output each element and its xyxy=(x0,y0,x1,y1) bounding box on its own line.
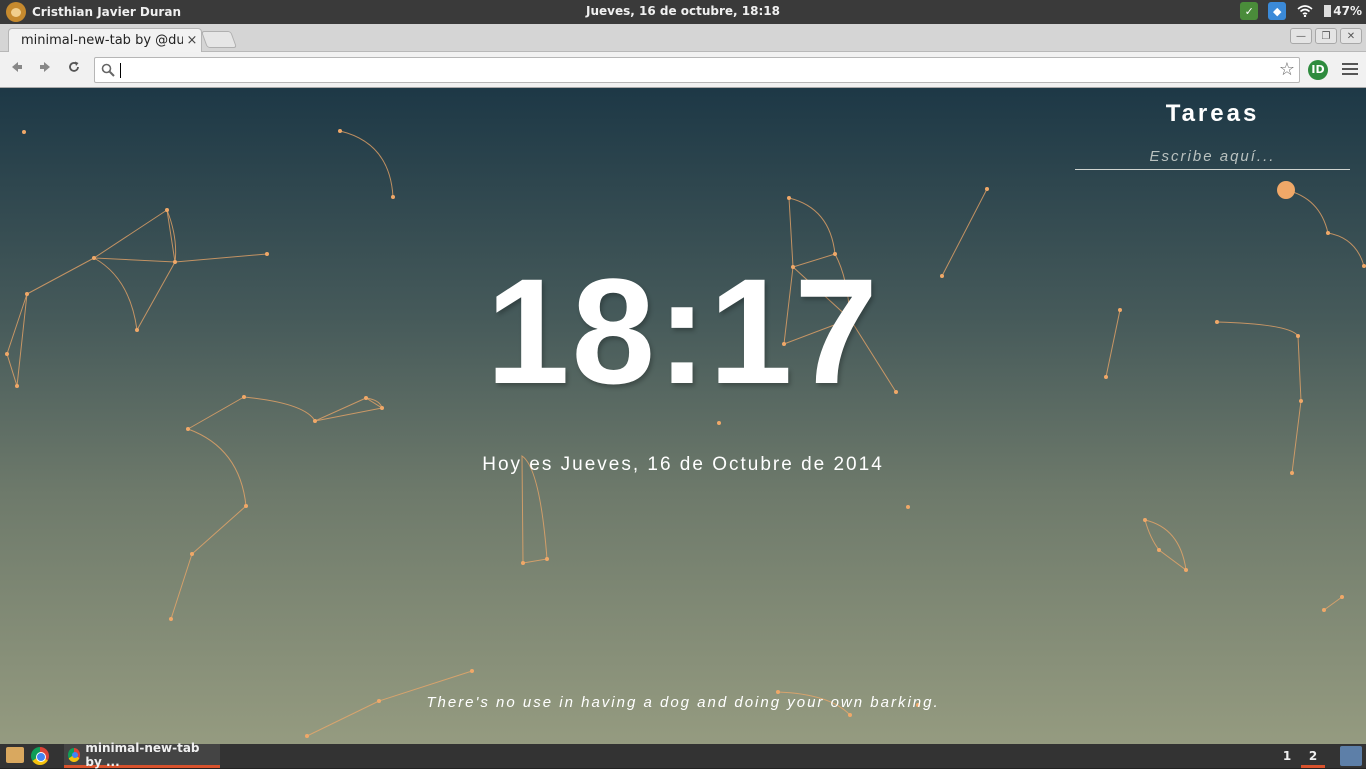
taskbar-window-title: minimal-new-tab by ... xyxy=(85,740,200,769)
trash-icon[interactable] xyxy=(1340,746,1362,766)
user-name: Cristhian Javier Duran xyxy=(32,5,181,19)
file-manager-folder-icon[interactable] xyxy=(6,747,24,763)
tasks-title: Tareas xyxy=(1165,100,1260,127)
bookmark-star-icon[interactable]: ☆ xyxy=(1279,59,1295,80)
battery-icon xyxy=(1324,5,1332,17)
system-clock[interactable]: Jueves, 16 de octubre, 18:18 xyxy=(0,4,1366,18)
hamburger-menu-icon[interactable] xyxy=(1342,61,1358,77)
user-menu[interactable]: Cristhian Javier Duran xyxy=(6,2,181,22)
maximize-button[interactable]: ❐ xyxy=(1315,28,1337,44)
tab-title: minimal-new-tab by @du xyxy=(21,33,183,48)
browser-toolbar: ☆ ID xyxy=(0,52,1366,88)
taskbar-window-button[interactable]: minimal-new-tab by ... xyxy=(64,740,220,769)
top-panel: Cristhian Javier Duran Jueves, 16 de oct… xyxy=(0,0,1366,24)
window-controls: — ❐ ✕ xyxy=(1290,28,1362,44)
forward-button[interactable] xyxy=(35,60,55,80)
shield-icon[interactable]: ✓ xyxy=(1240,2,1259,20)
quote-text: There's no use in having a dog and doing… xyxy=(426,694,940,711)
new-tab-button[interactable] xyxy=(200,31,238,48)
bottom-panel: minimal-new-tab by ... 1 2 xyxy=(0,740,1366,769)
minimize-button[interactable]: — xyxy=(1290,28,1312,44)
reload-icon xyxy=(69,61,79,72)
address-bar[interactable]: ☆ xyxy=(94,57,1300,83)
text-cursor xyxy=(120,63,121,78)
large-clock: 18:17 xyxy=(486,247,880,415)
battery-indicator[interactable]: 47% xyxy=(1324,4,1362,18)
tab-active[interactable]: minimal-new-tab by @du × xyxy=(8,28,202,52)
close-window-button[interactable]: ✕ xyxy=(1340,28,1362,44)
date-line: Hoy es Jueves, 16 de Octubre de 2014 xyxy=(482,454,884,475)
dropbox-icon[interactable]: ◆ xyxy=(1268,2,1287,20)
wifi-icon[interactable] xyxy=(1296,2,1314,20)
workspace-2-button[interactable]: 2 xyxy=(1301,744,1325,768)
back-button[interactable] xyxy=(7,60,27,80)
tab-close-button[interactable]: × xyxy=(183,33,201,48)
search-icon xyxy=(101,63,115,77)
constellation-background xyxy=(5,129,1366,738)
battery-percent: 47% xyxy=(1333,4,1362,18)
new-tab-page: Tareas 18:17 Hoy es Jueves, 16 de Octubr… xyxy=(0,88,1366,744)
system-tray: ✓ ◆ 47% xyxy=(1240,2,1362,20)
forward-arrow-icon xyxy=(40,62,50,72)
extension-id-button[interactable]: ID xyxy=(1308,60,1328,80)
tab-strip: minimal-new-tab by @du × — ❐ ✕ xyxy=(0,24,1366,52)
reload-button[interactable] xyxy=(64,60,84,80)
chrome-icon xyxy=(68,747,81,762)
workspace-1-button[interactable]: 1 xyxy=(1275,744,1299,768)
chrome-launcher-icon[interactable] xyxy=(31,747,49,765)
task-input[interactable] xyxy=(1075,144,1350,170)
back-arrow-icon xyxy=(12,62,22,72)
tasks-panel: Tareas xyxy=(1075,100,1350,170)
monkey-avatar-icon xyxy=(6,2,26,22)
